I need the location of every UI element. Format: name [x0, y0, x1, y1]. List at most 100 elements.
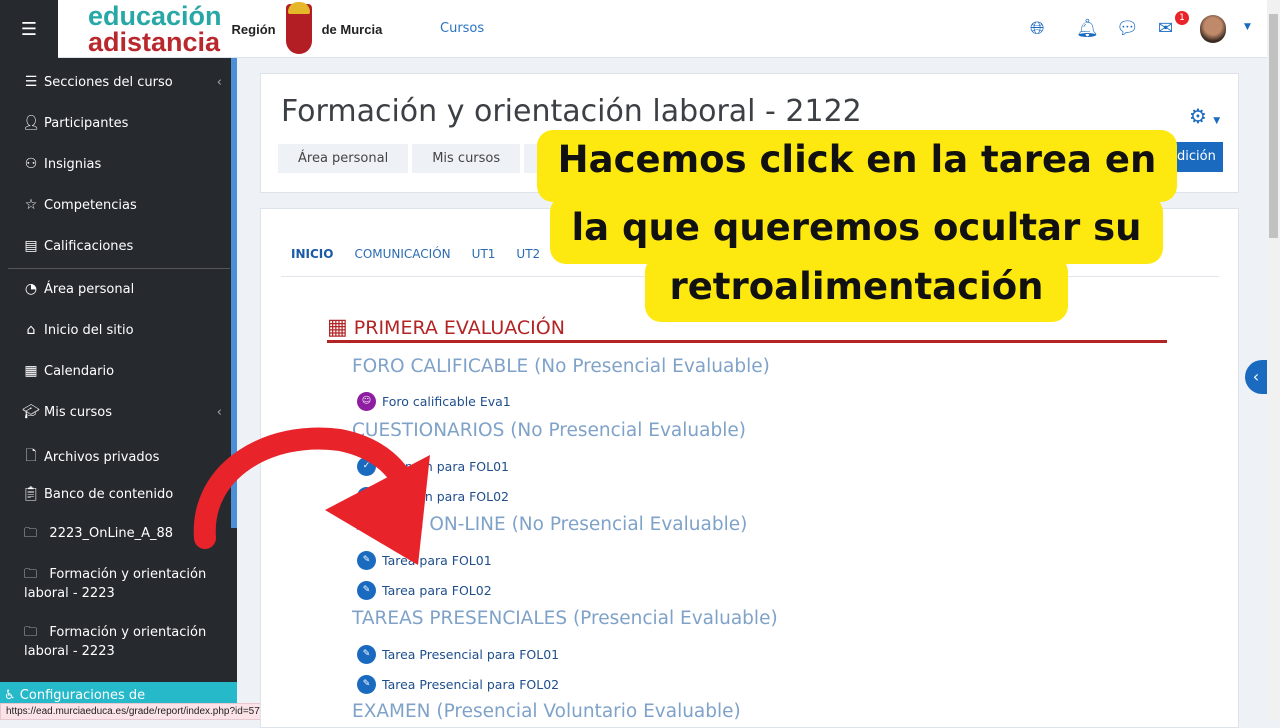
callout-line-1: Hacemos click en la tarea en — [537, 130, 1177, 202]
edit-mode-button[interactable]: dición — [1171, 142, 1223, 172]
avatar[interactable] — [1200, 15, 1226, 43]
list-icon: ☰ — [24, 74, 38, 90]
chevron-down-icon[interactable]: ▼ — [1244, 22, 1251, 32]
activity-link[interactable]: ✎ Tarea para FOL01 — [357, 551, 492, 570]
status-bar-url: https://ead.murciaeduca.es/grade/report/… — [0, 703, 277, 720]
activity-link[interactable]: ✎ Tarea Presencial para FOL02 — [357, 675, 559, 694]
sidebar-item-archivos[interactable]: 🗋 Archivos privados — [22, 445, 222, 469]
activity-label: Tarea Presencial para FOL01 — [382, 647, 560, 662]
sidebar-item-competencias[interactable]: ☆ Competencias — [22, 197, 222, 213]
activity-label: Examen para FOL02 — [382, 489, 509, 504]
sidebar-item-calificaciones[interactable]: ▤ Calificaciones — [22, 238, 222, 254]
activity-link[interactable]: ✓ Examen para FOL01 — [357, 457, 509, 476]
section-title: PRIMERA EVALUACIÓN — [353, 316, 565, 339]
region-text: Región — [231, 21, 276, 37]
graduation-icon: 🎓︎ — [22, 404, 40, 420]
sidebar-item-label: Competencias — [44, 197, 137, 213]
sidebar-divider — [8, 268, 230, 269]
course-label: 2223_OnLine_A_88 — [49, 526, 174, 541]
section-heading: ▦ PRIMERA EVALUACIÓN — [327, 315, 565, 340]
site-logo[interactable]: educación adistancia Región de Murcia — [88, 0, 382, 58]
activity-label: Examen para FOL01 — [382, 459, 509, 474]
assignment-icon: ✎ — [357, 551, 376, 570]
sidebar-item-mis-cursos[interactable]: 🎓︎ Mis cursos ‹ — [22, 404, 222, 420]
scrollbar-thumb[interactable] — [1269, 14, 1278, 238]
logo-line2: adistancia — [88, 27, 221, 57]
course-label: Formación y orientación laboral - 2223 — [24, 567, 207, 601]
sidebar-item-label: Insignias — [44, 156, 102, 172]
activity-link[interactable]: ✎ Tarea Presencial para FOL01 — [357, 645, 559, 664]
activity-label: Foro calificable Eva1 — [382, 394, 511, 409]
users-icon: 👤︎ — [22, 115, 40, 131]
sidebar-course-2[interactable]: 🗀 Formación y orientación laboral - 2223 — [24, 565, 224, 603]
accessibility-icon: ♿︎ — [4, 688, 16, 703]
sidebar-item-area-personal[interactable]: ◔ Área personal — [22, 281, 222, 297]
sidebar-item-label: Calendario — [44, 363, 115, 379]
sidebar-item-label: Área personal — [44, 281, 135, 297]
logo-line1: educación — [88, 1, 222, 31]
assignment-icon: ✎ — [357, 675, 376, 694]
top-navbar: ☰ educación adistancia Región de Murcia C… — [0, 0, 1280, 58]
region-text-2: de Murcia — [321, 21, 383, 37]
sidebar-item-label: Secciones del curso — [44, 74, 173, 90]
tab-inicio[interactable]: INICIO — [291, 247, 333, 261]
gradebook-icon: ▤ — [24, 238, 38, 254]
activity-label: Tarea Presencial para FOL02 — [382, 677, 560, 692]
sidebar-item-label: Calificaciones — [44, 238, 134, 254]
group-heading: CUESTIONARIOS (No Presencial Evaluable) — [352, 420, 746, 441]
quiz-icon: ✓ — [357, 457, 376, 476]
tab-ut2[interactable]: UT2 — [516, 247, 540, 261]
sidebar-item-participantes[interactable]: 👤︎ Participantes — [22, 115, 222, 131]
callout-line-3: retroalimentación — [645, 256, 1068, 322]
sidebar-item-label: Participantes — [44, 115, 129, 131]
callout-line-2: la que queremos ocultar su — [550, 196, 1163, 264]
activity-label: Tarea para FOL01 — [382, 553, 492, 568]
menu-toggle-button[interactable]: ☰ — [0, 0, 58, 58]
sidebar-item-inicio[interactable]: ⌂ Inicio del sitio — [22, 322, 222, 338]
callout-text: retroalimentación — [669, 265, 1044, 308]
activity-link[interactable]: ✓ Examen para FOL02 — [357, 487, 509, 506]
sidebar-item-label: Banco de contenido — [44, 486, 174, 502]
bell-icon[interactable]: 🔔︎ — [1076, 18, 1099, 39]
page-title: Formación y orientación laboral - 2122 — [281, 94, 862, 129]
folder-icon: 🗀 — [24, 567, 38, 582]
callout-text: la que queremos ocultar su — [571, 206, 1142, 249]
section-underline — [327, 340, 1167, 343]
sidebar-course-1[interactable]: 🗀 2223_OnLine_A_88 — [24, 524, 224, 543]
sidebar-item-insignias[interactable]: ⚇ Insignias — [22, 156, 222, 172]
tab-comunicacion[interactable]: COMUNICACIÓN — [354, 247, 450, 261]
assignment-icon: ✎ — [357, 645, 376, 664]
open-drawer-button[interactable]: ‹ — [1245, 360, 1267, 394]
sidebar-scrollbar[interactable] — [231, 58, 237, 528]
cursos-link[interactable]: Cursos — [440, 21, 484, 36]
activity-label: Tarea para FOL02 — [382, 583, 492, 598]
calendar-icon: ▦ — [327, 315, 348, 340]
activity-link[interactable]: ☺ Foro calificable Eva1 — [357, 392, 511, 411]
course-tabs: INICIO COMUNICACIÓN UT1 UT2 — [291, 247, 540, 261]
sidebar-item-calendario[interactable]: ▦ Calendario — [22, 363, 222, 379]
gear-icon[interactable]: ⚙ ▼ — [1189, 104, 1220, 128]
chat-icon[interactable]: 💬︎ — [1116, 18, 1139, 39]
sidebar-course-3[interactable]: 🗀 Formación y orientación laboral - 2223 — [24, 623, 224, 661]
group-heading: TAREAS PRESENCIALES (Presencial Evaluabl… — [352, 608, 778, 629]
activity-link[interactable]: ✎ Tarea para FOL02 — [357, 581, 492, 600]
callout-text: Hacemos click en la tarea en — [557, 138, 1157, 181]
breadcrumb-item[interactable]: Mis cursos — [412, 144, 521, 173]
murcia-crest-icon — [285, 2, 312, 54]
calendar-icon: ▦ — [24, 363, 38, 379]
envelope-icon[interactable]: ✉ — [1158, 18, 1173, 39]
messages-badge: 1 — [1175, 11, 1189, 25]
sidebar-item-secciones[interactable]: ☰ Secciones del curso ‹ — [22, 74, 222, 90]
sidebar-item-banco[interactable]: 📋︎ Banco de contenido — [22, 486, 222, 502]
tab-ut1[interactable]: UT1 — [472, 247, 496, 261]
sidebar: ☰ Secciones del curso ‹ 👤︎ Participantes ⚇ I… — [0, 58, 237, 720]
page-scrollbar[interactable] — [1267, 0, 1280, 720]
home-icon: ⌂ — [26, 322, 36, 338]
breadcrumb-item[interactable]: Área personal — [278, 144, 409, 173]
file-icon: 🗋 — [25, 448, 37, 464]
globe-icon[interactable]: 🌐︎ — [1030, 18, 1044, 39]
sidebar-item-label: Inicio del sitio — [44, 322, 134, 338]
group-heading: FORO CALIFICABLE (No Presencial Evaluabl… — [352, 356, 770, 377]
course-label: Formación y orientación laboral - 2223 — [24, 625, 207, 659]
chevron-left-icon: ‹ — [216, 404, 222, 420]
